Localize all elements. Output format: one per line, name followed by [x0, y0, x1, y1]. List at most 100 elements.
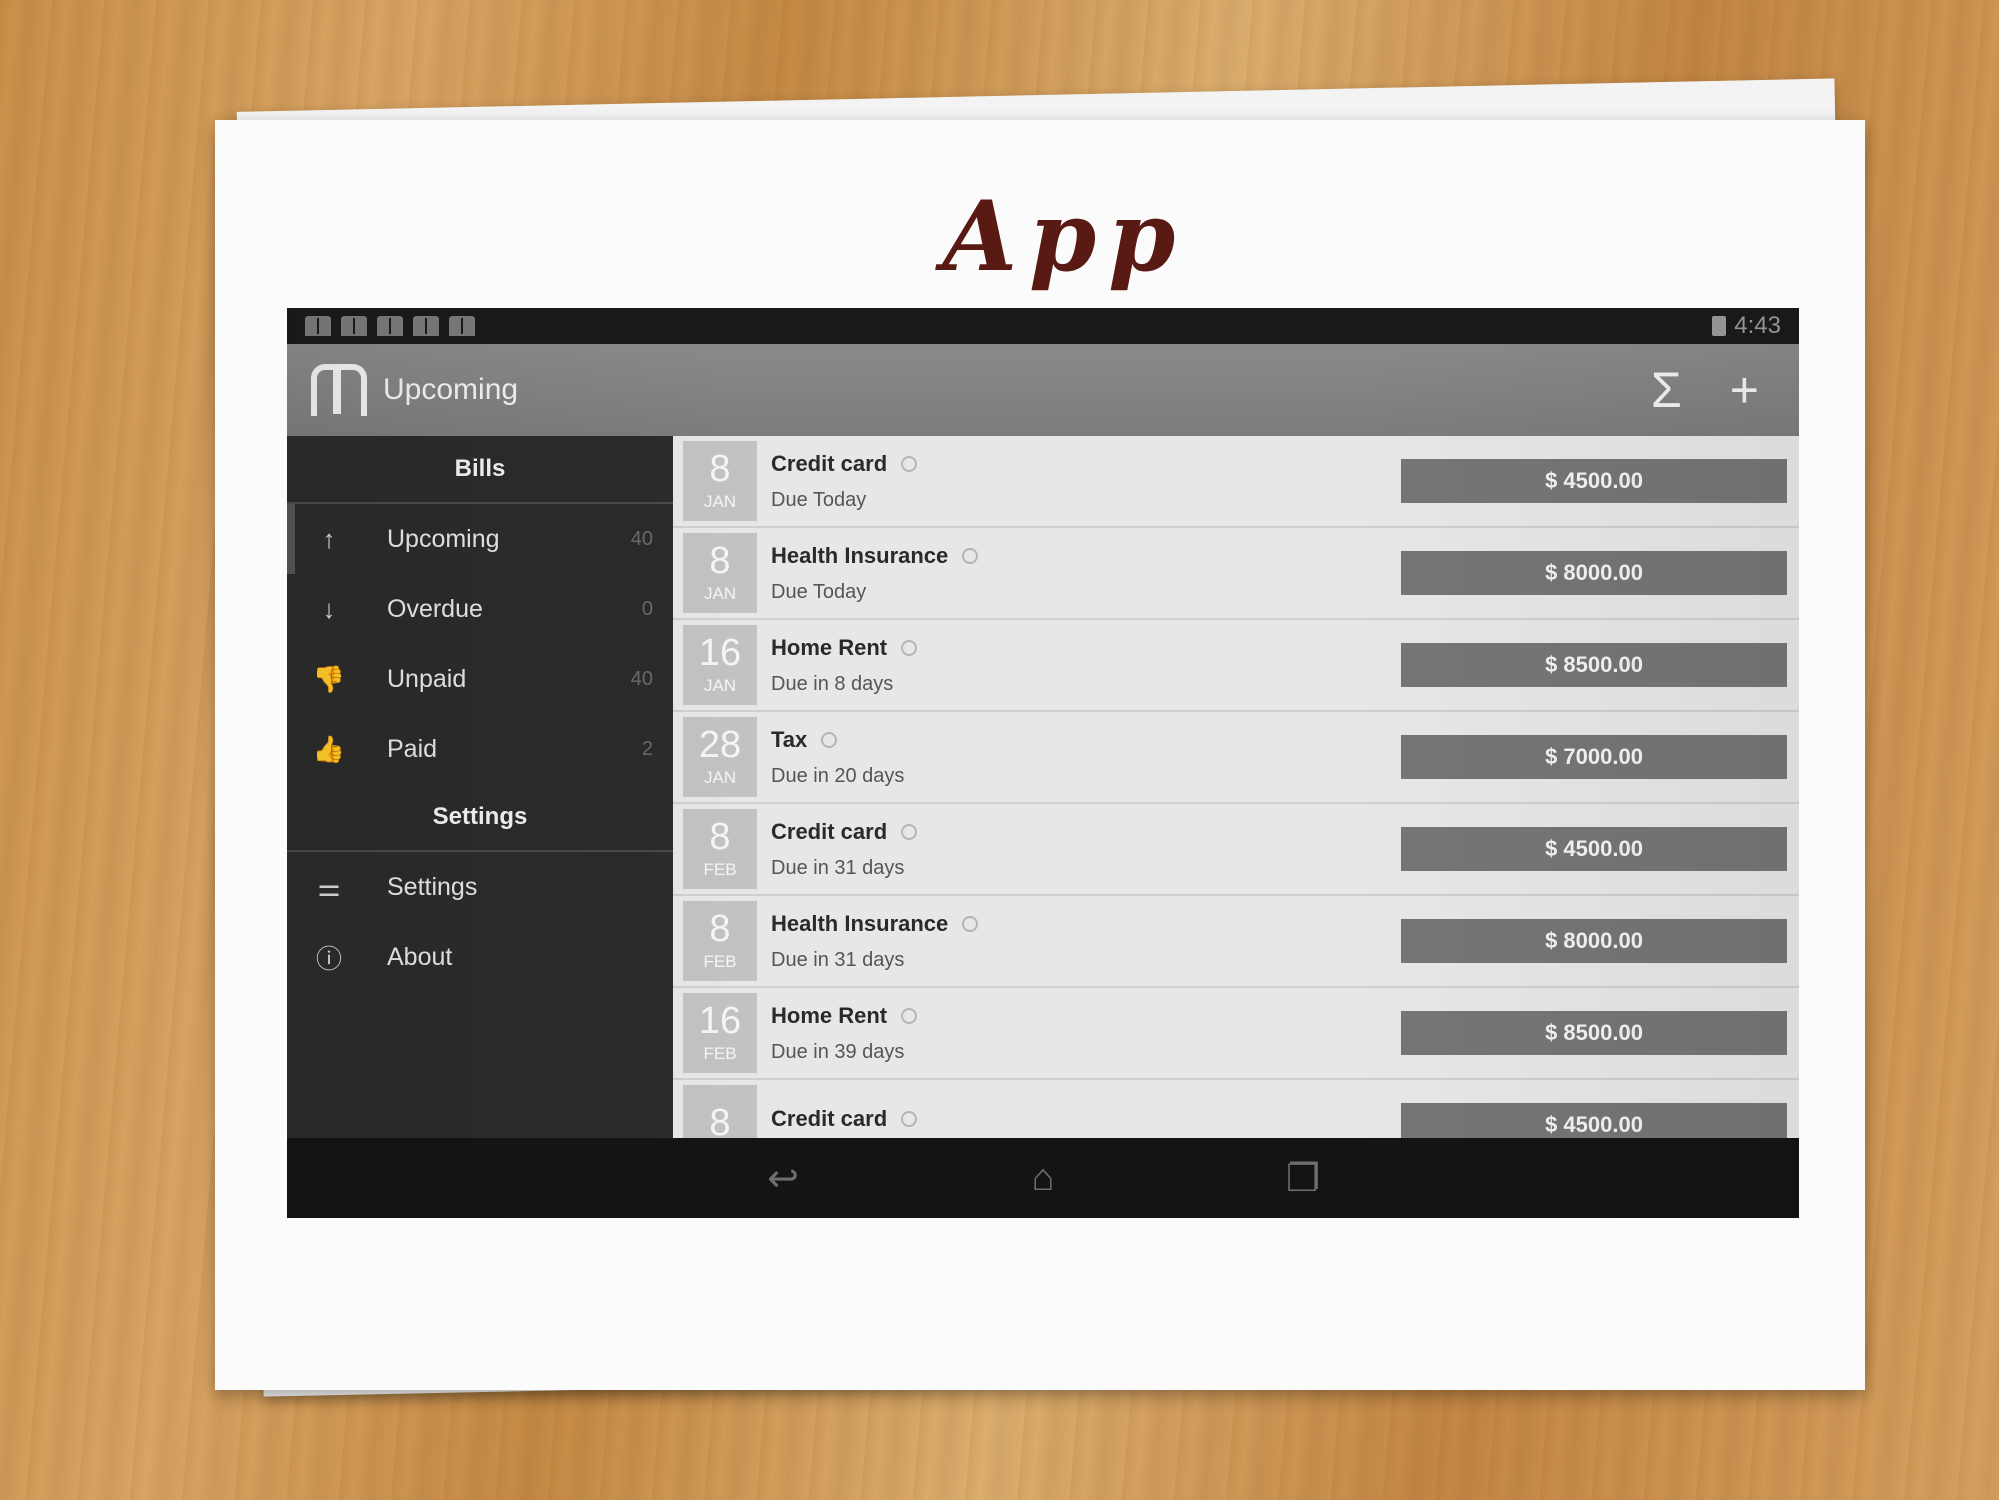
- date-badge: 8: [683, 1085, 757, 1138]
- drawer-item-unpaid[interactable]: 👎 Unpaid 40: [287, 644, 673, 714]
- clock: 4:43: [1734, 312, 1781, 339]
- status-circle-icon[interactable]: [962, 547, 979, 564]
- bill-name: Tax: [771, 726, 808, 752]
- drawer-item-label: Unpaid: [387, 664, 467, 693]
- bill-info: Credit card: [771, 1106, 1401, 1138]
- bill-row[interactable]: 16 FEB Home Rent Due in 39 days $ 8500.0…: [673, 988, 1799, 1080]
- bill-row[interactable]: 8 JAN Credit card Due Today $ 4500.00: [673, 436, 1799, 528]
- bill-name: Health Insurance: [771, 910, 949, 936]
- drawer-item-settings[interactable]: ⚌ Settings: [287, 852, 673, 922]
- status-circle-icon[interactable]: [901, 1111, 918, 1127]
- bill-name: Home Rent: [771, 634, 888, 660]
- bill-name-line: Credit card: [771, 1106, 1401, 1132]
- drawer-item-about[interactable]: ⓘ About: [287, 922, 673, 992]
- status-circle-icon[interactable]: [901, 639, 918, 656]
- info-icon: ⓘ: [315, 943, 342, 974]
- action-buttons: Σ +: [1651, 365, 1775, 415]
- date-day: 8: [709, 448, 731, 490]
- status-circle-icon[interactable]: [901, 455, 918, 472]
- arrow-down-icon: ↓: [322, 593, 336, 624]
- drawer-item-label: Paid: [387, 734, 438, 763]
- date-day: 8: [709, 540, 731, 582]
- drawer-item-label: Upcoming: [387, 524, 500, 553]
- system-nav-bar: ↩ ⌂ ❐: [287, 1138, 1799, 1218]
- bill-row[interactable]: 8 Credit card $ 4500.00: [673, 1080, 1799, 1138]
- book-icon: [449, 316, 475, 336]
- drawer-section-settings: Settings: [287, 784, 673, 852]
- sum-button[interactable]: Σ: [1651, 365, 1682, 415]
- status-right: 4:43: [1712, 312, 1781, 340]
- date-badge: 28 JAN: [683, 717, 757, 797]
- date-badge: 16 FEB: [683, 993, 757, 1073]
- bill-due-text: Due in 31 days: [771, 948, 905, 971]
- bill-name-line: Health Insurance: [771, 911, 1401, 937]
- bill-name: Credit card: [771, 450, 888, 476]
- status-circle-icon[interactable]: [901, 1007, 918, 1024]
- bill-info: Home Rent Due in 39 days: [771, 1003, 1401, 1064]
- status-circle-icon[interactable]: [901, 823, 918, 840]
- date-day: 28: [698, 724, 742, 766]
- bill-amount-button[interactable]: $ 8000.00: [1401, 551, 1787, 595]
- bill-amount-button[interactable]: $ 4500.00: [1401, 1103, 1787, 1138]
- bill-amount-button[interactable]: $ 8500.00: [1401, 1011, 1787, 1055]
- drawer-item-count: 2: [641, 737, 653, 760]
- drawer-section-bills: Bills: [287, 436, 673, 504]
- date-month: FEB: [703, 952, 737, 971]
- sliders-icon: ⚌: [317, 871, 341, 902]
- drawer-item-paid[interactable]: 👍 Paid 2: [287, 714, 673, 784]
- bill-row[interactable]: 16 JAN Home Rent Due in 8 days $ 8500.00: [673, 620, 1799, 712]
- date-badge: 16 JAN: [683, 625, 757, 705]
- bill-name: Health Insurance: [771, 542, 949, 568]
- bill-name-line: Credit card: [771, 451, 1401, 477]
- bill-name-line: Home Rent: [771, 635, 1401, 661]
- notification-icons: [305, 316, 475, 336]
- date-day: 16: [698, 632, 742, 674]
- bill-due-text: Due Today: [771, 580, 867, 603]
- bill-due-text: Due in 8 days: [771, 672, 894, 695]
- action-bar: Upcoming Σ +: [287, 344, 1799, 436]
- bill-amount-button[interactable]: $ 7000.00: [1401, 735, 1787, 779]
- bill-row[interactable]: 8 FEB Health Insurance Due in 31 days $ …: [673, 896, 1799, 988]
- bill-amount-button[interactable]: $ 8000.00: [1401, 919, 1787, 963]
- back-icon[interactable]: ↩: [753, 1156, 813, 1201]
- book-icon: [413, 316, 439, 336]
- drawer-item-overdue[interactable]: ↓ Overdue 0: [287, 574, 673, 644]
- bill-amount-button[interactable]: $ 4500.00: [1401, 459, 1787, 503]
- book-icon: [341, 316, 367, 336]
- date-month: JAN: [703, 676, 737, 695]
- bill-name: Home Rent: [771, 1002, 888, 1028]
- bill-list: 8 JAN Credit card Due Today $ 4500.00 8 …: [673, 436, 1799, 1138]
- date-badge: 8 JAN: [683, 441, 757, 521]
- date-badge: 8 JAN: [683, 533, 757, 613]
- add-bill-button[interactable]: +: [1730, 365, 1759, 415]
- bill-info: Home Rent Due in 8 days: [771, 635, 1401, 696]
- bill-info: Tax Due in 20 days: [771, 727, 1401, 788]
- paper-sheet: App Example 4:43 Upcoming Σ +: [215, 120, 1865, 1390]
- bill-amount-button[interactable]: $ 8500.00: [1401, 643, 1787, 687]
- drawer-item-label: Settings: [387, 872, 478, 901]
- date-month: JAN: [703, 768, 737, 787]
- battery-icon: [1712, 316, 1727, 336]
- bill-due-text: Due Today: [771, 488, 867, 511]
- drawer-item-upcoming[interactable]: ↑ Upcoming 40: [287, 504, 673, 574]
- navigation-drawer: Bills ↑ Upcoming 40 ↓ Overdue 0 👎 Unpaid…: [287, 436, 673, 1138]
- bill-info: Health Insurance Due Today: [771, 543, 1401, 604]
- bill-due-text: Due in 39 days: [771, 1040, 905, 1063]
- recents-icon[interactable]: ❐: [1273, 1156, 1333, 1201]
- status-circle-icon[interactable]: [821, 731, 838, 748]
- home-icon[interactable]: ⌂: [1013, 1157, 1073, 1200]
- status-circle-icon[interactable]: [962, 915, 979, 932]
- bill-row[interactable]: 8 FEB Credit card Due in 31 days $ 4500.…: [673, 804, 1799, 896]
- drawer-item-count: 40: [630, 527, 653, 550]
- date-day: 16: [698, 1000, 742, 1042]
- thumbs-up-icon: 👍: [312, 733, 346, 764]
- bill-amount-button[interactable]: $ 4500.00: [1401, 827, 1787, 871]
- app-logo-icon[interactable]: [311, 364, 367, 416]
- book-icon: [305, 316, 331, 336]
- date-badge: 8 FEB: [683, 901, 757, 981]
- bill-row[interactable]: 28 JAN Tax Due in 20 days $ 7000.00: [673, 712, 1799, 804]
- bill-row[interactable]: 8 JAN Health Insurance Due Today $ 8000.…: [673, 528, 1799, 620]
- bill-name-line: Credit card: [771, 819, 1401, 845]
- date-day: 8: [709, 1102, 731, 1138]
- bill-info: Health Insurance Due in 31 days: [771, 911, 1401, 972]
